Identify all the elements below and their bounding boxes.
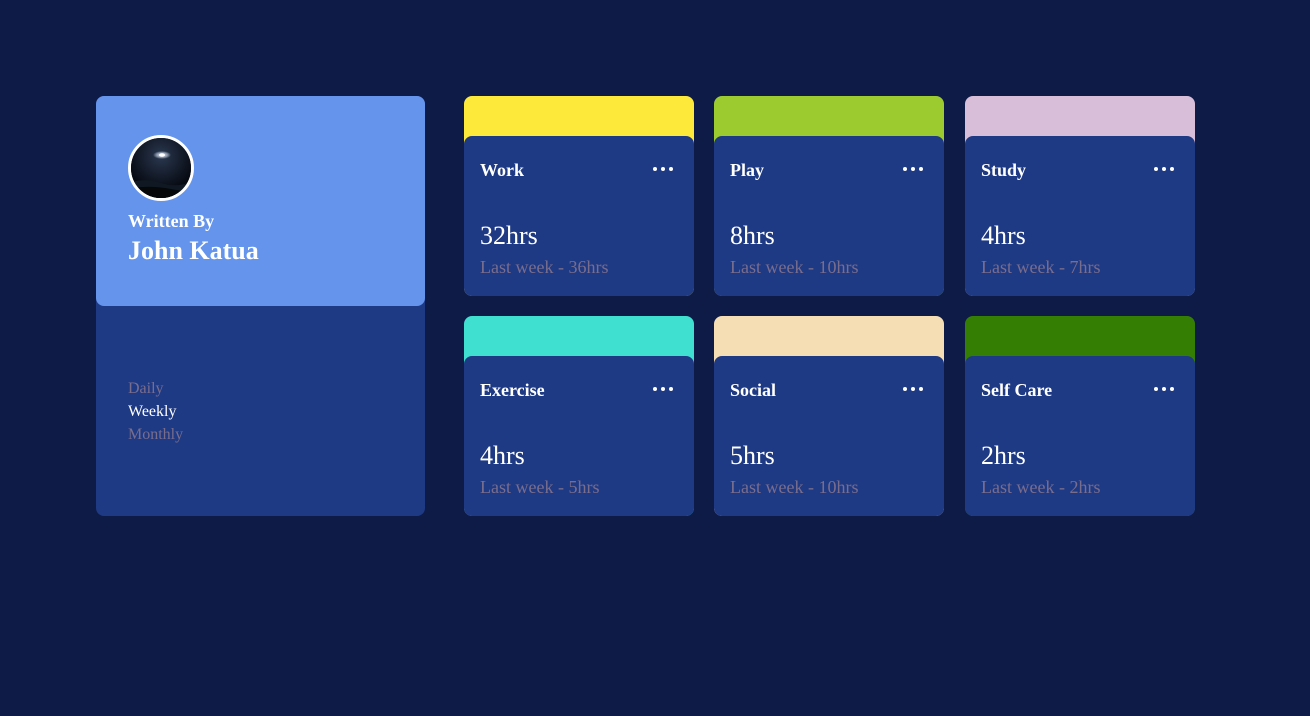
- night-sky-avatar-icon: [131, 138, 191, 198]
- ellipsis-icon[interactable]: [902, 164, 924, 174]
- profile-card: Written By John Katua Daily Weekly Month…: [96, 96, 425, 516]
- ellipsis-icon[interactable]: [1153, 384, 1175, 394]
- card-title: Exercise: [480, 380, 545, 400]
- period-selector: Daily Weekly Monthly: [128, 377, 183, 446]
- activity-card-play: Play 8hrs Last week - 10hrs: [714, 96, 944, 296]
- profile-header: Written By John Katua: [96, 96, 425, 306]
- period-weekly[interactable]: Weekly: [128, 400, 183, 423]
- written-by-label: Written By: [128, 211, 215, 231]
- card-title: Social: [730, 380, 777, 400]
- previous-hours: Last week - 10hrs: [730, 257, 859, 277]
- card-body: Exercise 4hrs Last week - 5hrs: [464, 356, 694, 516]
- ellipsis-icon[interactable]: [1153, 164, 1175, 174]
- previous-hours: Last week - 5hrs: [480, 477, 600, 497]
- card-title: Self Care: [981, 380, 1053, 400]
- ellipsis-icon[interactable]: [652, 164, 674, 174]
- current-hours: 2hrs: [981, 441, 1026, 470]
- previous-hours: Last week - 7hrs: [981, 257, 1101, 277]
- card-body: Self Care 2hrs Last week - 2hrs: [965, 356, 1195, 516]
- activity-card-exercise: Exercise 4hrs Last week - 5hrs: [464, 316, 694, 516]
- period-daily[interactable]: Daily: [128, 377, 183, 400]
- card-body: Social 5hrs Last week - 10hrs: [714, 356, 944, 516]
- current-hours: 4hrs: [480, 441, 525, 470]
- previous-hours: Last week - 36hrs: [480, 257, 609, 277]
- author-name: John Katua: [128, 236, 259, 265]
- activity-card-study: Study 4hrs Last week - 7hrs: [965, 96, 1195, 296]
- card-title: Work: [480, 160, 525, 180]
- current-hours: 32hrs: [480, 221, 538, 250]
- current-hours: 8hrs: [730, 221, 775, 250]
- activity-card-self-care: Self Care 2hrs Last week - 2hrs: [965, 316, 1195, 516]
- card-title: Play: [730, 160, 764, 180]
- ellipsis-icon[interactable]: [652, 384, 674, 394]
- current-hours: 4hrs: [981, 221, 1026, 250]
- card-body: Work 32hrs Last week - 36hrs: [464, 136, 694, 296]
- previous-hours: Last week - 2hrs: [981, 477, 1101, 497]
- activity-card-social: Social 5hrs Last week - 10hrs: [714, 316, 944, 516]
- card-body: Play 8hrs Last week - 10hrs: [714, 136, 944, 296]
- activity-card-work: Work 32hrs Last week - 36hrs: [464, 96, 694, 296]
- card-body: Study 4hrs Last week - 7hrs: [965, 136, 1195, 296]
- current-hours: 5hrs: [730, 441, 775, 470]
- previous-hours: Last week - 10hrs: [730, 477, 859, 497]
- ellipsis-icon[interactable]: [902, 384, 924, 394]
- avatar: [128, 135, 194, 201]
- period-monthly[interactable]: Monthly: [128, 423, 183, 446]
- card-title: Study: [981, 160, 1027, 180]
